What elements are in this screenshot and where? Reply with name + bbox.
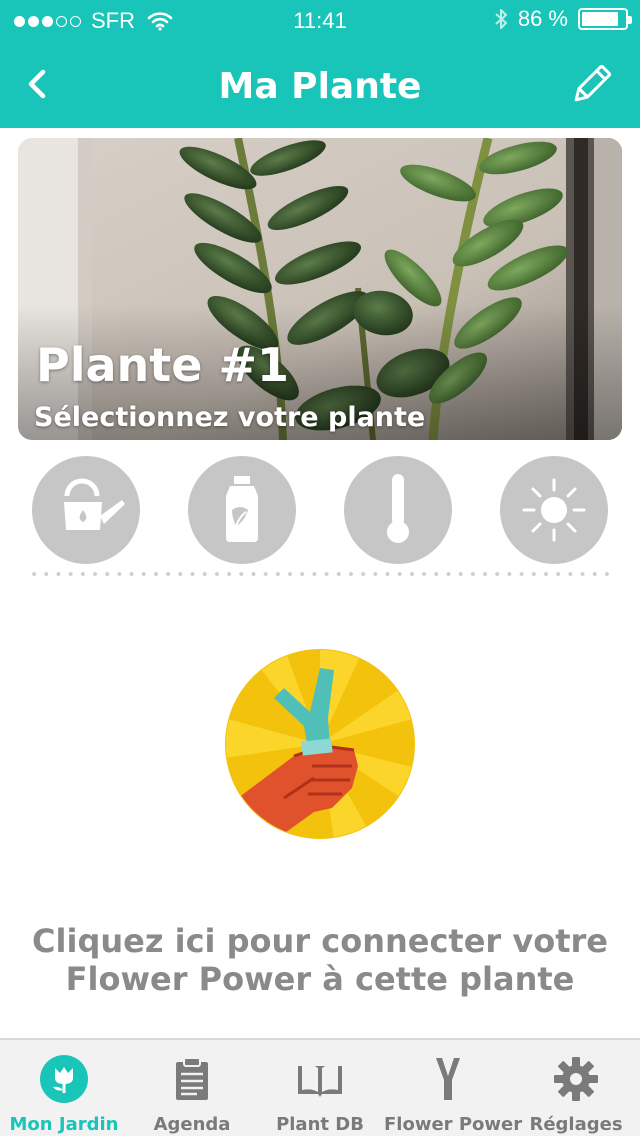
plant-card[interactable]: Plante #1 Sélectionnez votre plante [18,138,622,440]
connect-instruction[interactable]: Cliquez ici pour connecter votre Flower … [0,922,640,998]
plant-name: Plante #1 [36,338,290,392]
tab-reglages[interactable]: Réglages [512,1040,640,1136]
battery-percent: 86 % [517,6,568,31]
battery-icon [578,8,632,30]
header-bar: SFR 11:41 86 % Ma Plante [0,0,640,128]
open-book-icon [298,1064,342,1097]
gear-icon [554,1057,598,1101]
flower-power-y-icon [436,1058,460,1100]
tab-plant-db[interactable]: Plant DB [256,1040,384,1136]
tab-mon-jardin[interactable]: Mon Jardin [0,1040,128,1136]
watering-can-icon[interactable] [32,456,140,564]
tab-label: Plant DB [276,1114,364,1135]
tab-label: Flower Power [384,1114,523,1135]
bluetooth-icon [495,9,507,29]
page-title: Ma Plante [218,66,422,107]
sun-icon[interactable] [500,456,608,564]
plant-photo [18,138,622,440]
tulip-icon [40,1055,88,1103]
fertilizer-bottle-icon[interactable] [188,456,296,564]
tab-label: Agenda [153,1114,231,1135]
pencil-icon[interactable] [566,60,616,110]
plant-select-prompt: Sélectionnez votre plante [34,402,426,433]
status-bar: SFR 11:41 86 % [0,0,640,40]
tab-label: Réglages [529,1114,623,1135]
tab-flower-power[interactable]: Flower Power [384,1040,523,1136]
thermometer-icon[interactable] [344,456,452,564]
connect-flower-power-icon[interactable] [224,648,416,840]
tab-agenda[interactable]: Agenda [128,1040,256,1136]
tab-label: Mon Jardin [9,1114,119,1135]
dotted-divider [28,572,612,576]
tab-bar: Mon Jardin Agenda Plant DB Flower Power [0,1038,640,1136]
clipboard-icon [176,1057,208,1100]
